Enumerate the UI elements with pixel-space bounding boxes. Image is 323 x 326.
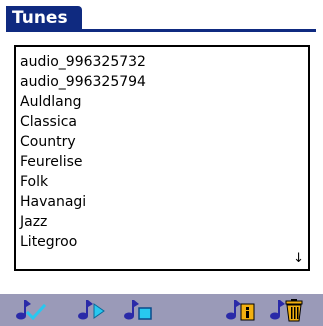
list-item[interactable]: audio_996325732 <box>20 52 146 72</box>
tune-new-icon <box>124 300 152 320</box>
tune-play-button[interactable] <box>76 298 112 322</box>
list-item[interactable]: audio_996325794 <box>20 72 146 92</box>
tune-info-icon <box>226 300 255 321</box>
title-bar: Tunes <box>6 6 316 32</box>
list-item[interactable]: Auldlang <box>20 92 81 112</box>
list-item[interactable]: Folk <box>20 172 48 192</box>
title-underline <box>6 29 316 32</box>
toolbar <box>0 294 323 326</box>
list-item[interactable]: Classica <box>20 112 77 132</box>
list-item[interactable]: Havanagi <box>20 192 86 212</box>
tune-play-icon <box>78 300 105 320</box>
tune-info-button[interactable] <box>224 298 260 322</box>
list-item[interactable]: Country <box>20 132 76 152</box>
list-item[interactable]: Litegroo <box>20 232 77 252</box>
tunes-list[interactable]: audio_996325732 audio_996325794 Auldlang… <box>14 45 310 271</box>
scroll-down-arrow[interactable]: ↓ <box>293 251 304 267</box>
tune-delete-icon <box>270 299 303 322</box>
tune-new-button[interactable] <box>122 298 158 322</box>
tune-check-button[interactable] <box>14 298 50 322</box>
app-title: Tunes <box>12 8 68 28</box>
list-item[interactable]: Feurelise <box>20 152 83 172</box>
tune-check-icon <box>16 300 47 321</box>
tune-delete-button[interactable] <box>268 298 308 322</box>
list-item[interactable]: Jazz <box>20 212 47 232</box>
